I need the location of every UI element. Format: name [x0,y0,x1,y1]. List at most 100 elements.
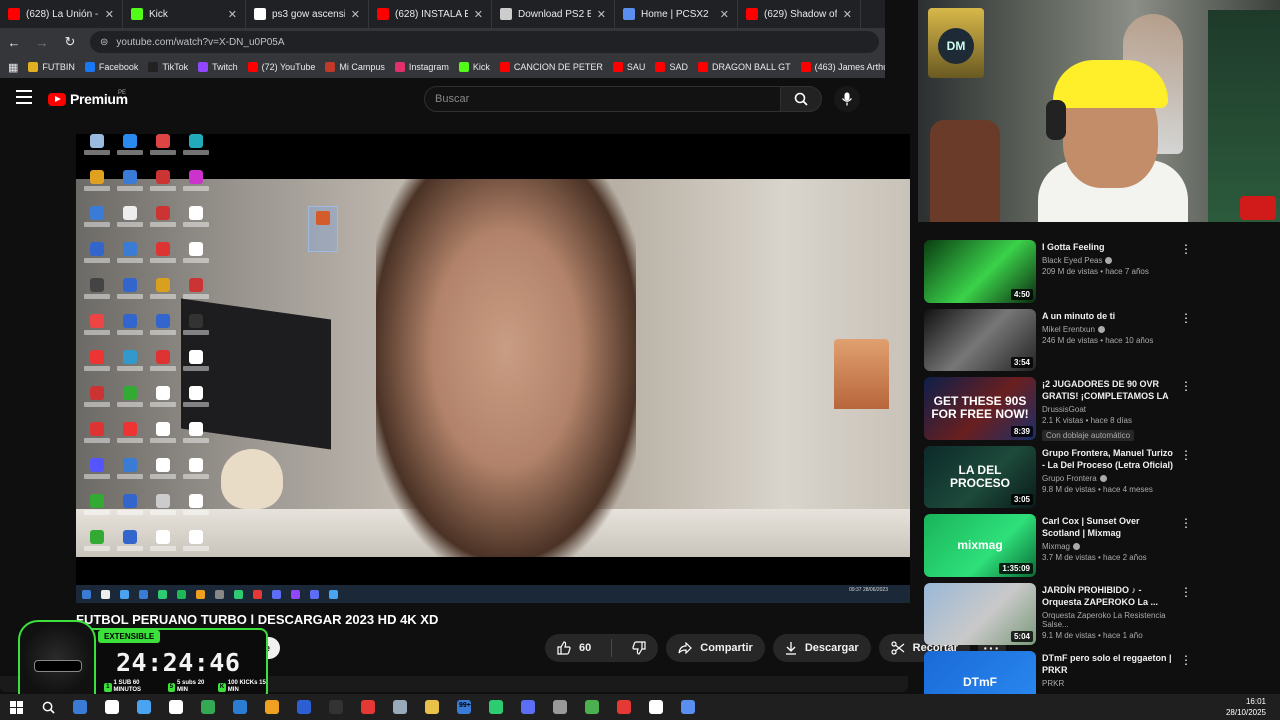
taskbar-search-icon[interactable] [32,694,64,720]
recommendation-thumbnail[interactable]: GET THESE 90S FOR FREE NOW! 8:39 [924,377,1036,440]
back-icon[interactable]: ← [6,35,22,50]
taskbar-app-icon[interactable] [544,694,576,720]
search-input[interactable]: Buscar [424,86,781,112]
recommendation-item[interactable]: 4:50 I Gotta Feeling Black Eyed Peas 209 M … [924,240,1194,303]
recommendation-title[interactable]: Grupo Frontera, Manuel Turizo - La Del P… [1042,447,1178,471]
close-icon[interactable]: ✕ [351,8,360,21]
taskbar-app-icon[interactable] [640,694,672,720]
taskbar-app-icon[interactable] [672,694,704,720]
share-button[interactable]: Compartir [666,634,765,662]
dislike-button[interactable] [620,634,658,662]
taskbar-app-icon[interactable] [480,694,512,720]
recommendation-thumbnail[interactable]: LA DEL PROCESO 3:05 [924,445,1036,508]
recommendation-title[interactable]: JARDÍN PROHIBIDO ♪ - Orquesta ZAPEROKO L… [1042,584,1178,608]
bookmark-item[interactable]: Twitch [198,62,238,72]
taskbar-app-icon[interactable] [288,694,320,720]
bookmark-item[interactable]: TikTok [148,62,188,72]
recommendation-channel[interactable]: Grupo Frontera [1042,474,1178,483]
video-player[interactable]: 09:37 28/06/2023 [76,134,910,603]
recommendation-channel[interactable]: Black Eyed Peas [1042,256,1178,265]
recommendation-title[interactable]: DTmF pero solo el reggaeton | PRKR [1042,652,1178,676]
bookmark-item[interactable]: (463) James Arthur -... [800,62,885,72]
taskbar-app-icon[interactable] [64,694,96,720]
browser-tab[interactable]: (628) INSTALA EL ✕ [369,0,492,28]
bookmark-item[interactable]: FUTBIN [28,62,75,72]
browser-tab[interactable]: (628) La Unión - Lob ✕ [0,0,123,28]
recommendation-channel[interactable]: Orquesta Zaperoko La Resistencia Salse..… [1042,611,1178,629]
recommendation-thumbnail[interactable]: 4:50 [924,240,1036,303]
browser-tab[interactable]: (629) Shadow of Ron ✕ [738,0,861,28]
more-vertical-icon[interactable]: ⋮ [1180,311,1192,325]
browser-tab[interactable]: Kick ✕ [123,0,246,28]
more-vertical-icon[interactable]: ⋮ [1180,242,1192,256]
close-icon[interactable]: ✕ [474,8,483,21]
taskbar-app-icon[interactable] [320,694,352,720]
recommendation-channel[interactable]: DrussisGoat [1042,405,1178,414]
recommendation-title[interactable]: ¡2 JUGADORES DE 90 OVR GRATIS! ¡COMPLETA… [1042,378,1178,402]
browser-tab[interactable]: ps3 gow ascension El ✕ [246,0,369,28]
taskbar-app-icon[interactable] [192,694,224,720]
taskbar-app-icon[interactable] [352,694,384,720]
recommendation-item[interactable]: 5:04 JARDÍN PROHIBIDO ♪ - Orquesta ZAPERO… [924,582,1194,645]
reload-icon[interactable]: ↻ [62,34,78,50]
bookmark-item[interactable]: DRAGON BALL GT [697,62,791,72]
recommendation-channel[interactable]: PRKR [1042,679,1178,688]
recommendation-title[interactable]: A un minuto de ti [1042,310,1178,322]
taskbar-app-icon[interactable] [512,694,544,720]
more-vertical-icon[interactable]: ⋮ [1180,585,1192,599]
bookmark-item[interactable]: SAU [612,62,645,72]
more-vertical-icon[interactable]: ⋮ [1180,653,1192,667]
recommendation-item[interactable]: mixmag 1:35:09 Carl Cox | Sunset Over Scot… [924,514,1194,577]
taskbar-app-icon[interactable] [608,694,640,720]
more-vertical-icon[interactable]: ⋮ [1180,516,1192,530]
more-vertical-icon[interactable]: ⋮ [1180,448,1192,462]
url-field[interactable]: ⊜ youtube.com/watch?v=X-DN_u0P05A [90,31,879,53]
recommendation-thumbnail[interactable]: 5:04 [924,582,1036,645]
recommendation-thumbnail[interactable]: mixmag 1:35:09 [924,514,1036,577]
bookmark-item[interactable]: Kick [458,62,490,72]
taskbar-app-icon[interactable] [384,694,416,720]
browser-tab[interactable]: Home | PCSX2 ✕ [615,0,738,28]
recommendation-thumbnail[interactable]: 3:54 [924,308,1036,371]
download-button[interactable]: Descargar [772,634,871,662]
bookmark-item[interactable]: Facebook [84,62,138,72]
apps-icon[interactable]: ▦ [8,61,18,74]
close-icon[interactable]: ✕ [228,8,237,21]
browser-tab[interactable]: Download PS2 BIOS ✕ [492,0,615,28]
taskbar-app-icon[interactable] [224,694,256,720]
inner-taskbar-icon [82,589,91,599]
bookmark-item[interactable]: CANCION DE PETER [499,62,603,72]
like-button[interactable]: 60 [545,634,603,662]
search-button[interactable] [780,86,822,112]
taskbar-app-icon[interactable] [160,694,192,720]
recommendation-item[interactable]: 3:54 A un minuto de ti Mikel Erentxun 246 M… [924,308,1194,371]
close-icon[interactable]: ✕ [597,8,606,21]
recommendation-item[interactable]: GET THESE 90S FOR FREE NOW! 8:39 ¡2 JUGADO… [924,377,1194,441]
close-icon[interactable]: ✕ [720,8,729,21]
bookmark-item[interactable]: Mi Campus [325,62,385,72]
menu-icon[interactable] [16,90,32,104]
recommendation-channel[interactable]: Mixmag [1042,542,1178,551]
taskbar-app-icon[interactable] [256,694,288,720]
close-icon[interactable]: ✕ [843,8,852,21]
recommendation-title[interactable]: Carl Cox | Sunset Over Scotland | Mixmag [1042,515,1178,539]
bookmark-item[interactable]: SAD [655,62,688,72]
voice-search-button[interactable] [834,86,860,112]
system-clock[interactable]: 16:01 28/10/2025 [1226,696,1266,718]
bookmark-item[interactable]: (72) YouTube [247,62,315,72]
taskbar-app-icon[interactable]: 99+ [448,694,480,720]
taskbar-app-icon[interactable] [96,694,128,720]
taskbar-app-icon[interactable] [576,694,608,720]
close-icon[interactable]: ✕ [105,8,114,21]
forward-icon[interactable]: → [34,35,50,50]
recommendation-title[interactable]: I Gotta Feeling [1042,241,1178,253]
taskbar-app-icon[interactable] [128,694,160,720]
taskbar-app-icon[interactable] [416,694,448,720]
windows-start-icon[interactable] [0,694,32,720]
more-vertical-icon[interactable]: ⋮ [1180,379,1192,393]
youtube-logo[interactable]: Premium [48,91,128,107]
bookmark-item[interactable]: Instagram [394,62,449,72]
recommendation-channel[interactable]: Mikel Erentxun [1042,325,1178,334]
site-info-icon[interactable]: ⊜ [100,37,108,48]
recommendation-item[interactable]: LA DEL PROCESO 3:05 Grupo Frontera, Manuel… [924,445,1194,508]
